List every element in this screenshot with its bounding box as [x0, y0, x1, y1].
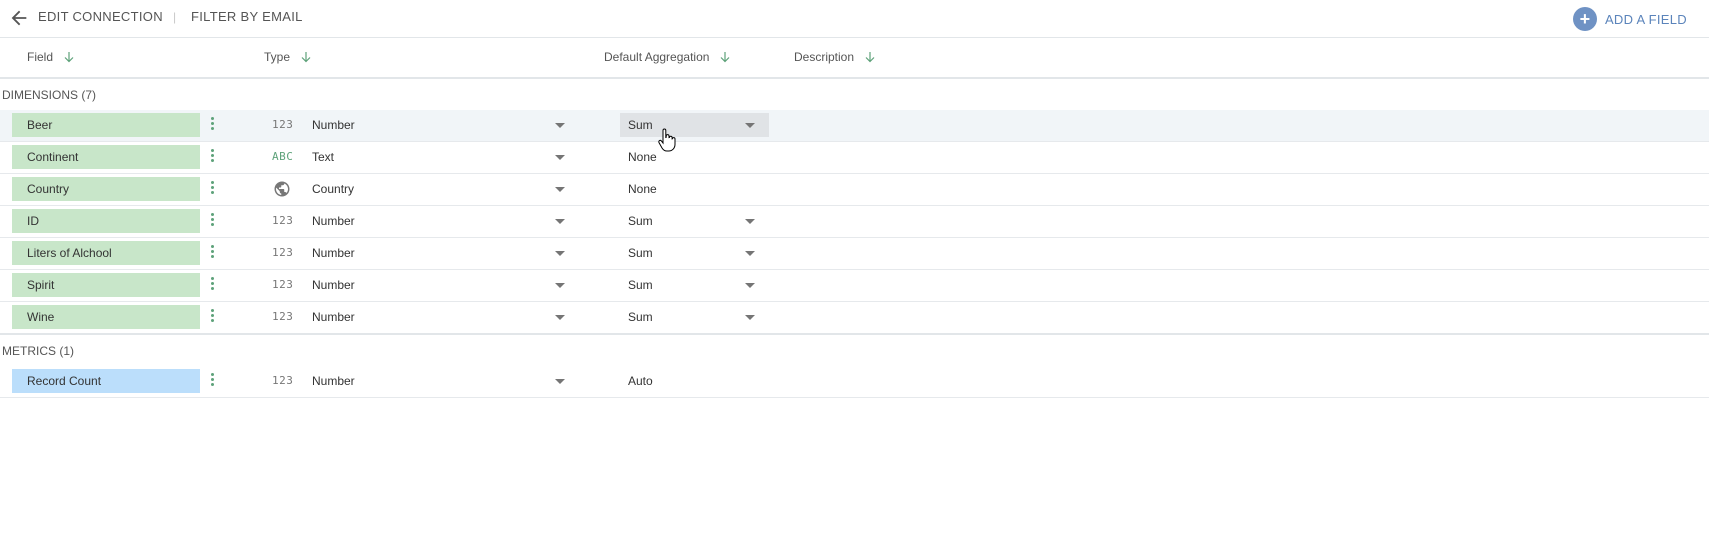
- dropdown-caret-icon: [745, 251, 755, 256]
- table-row: ID 123 Number Sum: [0, 206, 1709, 238]
- column-headers: Field Type Default Aggregation Descripti…: [0, 37, 1709, 79]
- column-header-field[interactable]: Field: [27, 50, 75, 64]
- add-field-button[interactable]: + ADD A FIELD: [1572, 7, 1687, 31]
- more-vert-icon[interactable]: [206, 275, 218, 295]
- field-chip[interactable]: Country: [12, 177, 200, 201]
- table-row: Wine 123 Number Sum: [0, 302, 1709, 335]
- table-row: Spirit 123 Number Sum: [0, 270, 1709, 302]
- type-value: Number: [312, 374, 355, 388]
- column-header-type[interactable]: Type: [264, 50, 312, 64]
- type-dropdown[interactable]: Number: [305, 209, 570, 233]
- sort-down-icon: [865, 52, 875, 63]
- column-header-description[interactable]: Description: [794, 50, 876, 64]
- column-header-field-label: Field: [27, 50, 54, 64]
- sort-down-icon: [64, 52, 74, 63]
- more-vert-icon[interactable]: [206, 115, 218, 135]
- dropdown-caret-icon: [745, 315, 755, 320]
- table-row: Country Country None: [0, 174, 1709, 206]
- type-dropdown[interactable]: Number: [305, 369, 570, 393]
- aggregation-dropdown[interactable]: Sum: [620, 305, 769, 329]
- sort-down-icon: [720, 52, 730, 63]
- number-type-icon: 123: [272, 310, 294, 323]
- field-chip[interactable]: Record Count: [12, 369, 200, 393]
- number-type-icon: 123: [272, 214, 294, 227]
- number-type-icon: 123: [272, 278, 294, 291]
- table-row: Liters of Alchool 123 Number Sum: [0, 238, 1709, 270]
- field-chip[interactable]: Spirit: [12, 273, 200, 297]
- more-vert-icon[interactable]: [206, 211, 218, 231]
- aggregation-dropdown[interactable]: Sum: [620, 209, 769, 233]
- aggregation-dropdown[interactable]: Sum: [620, 273, 769, 297]
- dimensions-section-label: DIMENSIONS (7): [2, 88, 97, 102]
- globe-icon: [274, 181, 290, 197]
- dropdown-caret-icon: [745, 219, 755, 224]
- type-value: Number: [312, 278, 355, 292]
- hand-cursor-icon: [658, 128, 676, 152]
- column-header-default-aggregation[interactable]: Default Aggregation: [604, 50, 731, 64]
- aggregation-value: Sum: [628, 214, 653, 228]
- dropdown-caret-icon: [745, 123, 755, 128]
- more-vert-icon[interactable]: [206, 243, 218, 263]
- type-value: Number: [312, 214, 355, 228]
- number-type-icon: 123: [272, 374, 294, 387]
- field-chip[interactable]: Continent: [12, 145, 200, 169]
- type-value: Country: [312, 182, 355, 196]
- number-type-icon: 123: [272, 118, 294, 131]
- aggregation-dropdown[interactable]: Sum: [620, 113, 769, 137]
- type-dropdown[interactable]: Country: [305, 177, 570, 201]
- dropdown-caret-icon: [555, 283, 565, 288]
- dropdown-caret-icon: [745, 283, 755, 288]
- table-row: Continent ABC Text None: [0, 142, 1709, 174]
- edit-connection-link[interactable]: EDIT CONNECTION: [38, 9, 163, 24]
- metrics-section-label: METRICS (1): [2, 344, 74, 358]
- back-arrow-icon[interactable]: [8, 7, 30, 29]
- field-chip[interactable]: Liters of Alchool: [12, 241, 200, 265]
- type-dropdown[interactable]: Number: [305, 273, 570, 297]
- column-header-type-label: Type: [264, 50, 291, 64]
- dropdown-caret-icon: [555, 251, 565, 256]
- type-dropdown[interactable]: Number: [305, 305, 570, 329]
- type-value: Number: [312, 246, 355, 260]
- add-icon: +: [1572, 7, 1597, 31]
- aggregation-value: Sum: [628, 246, 653, 260]
- table-row: Beer 123 Number Sum: [0, 110, 1709, 142]
- aggregation-value: Sum: [628, 118, 653, 132]
- table-row: Record Count 123 Number Auto: [0, 366, 1709, 398]
- dropdown-caret-icon: [555, 379, 565, 384]
- type-dropdown[interactable]: Number: [305, 113, 570, 137]
- type-value: Text: [312, 150, 335, 164]
- more-vert-icon[interactable]: [206, 179, 218, 199]
- type-dropdown[interactable]: Text: [305, 145, 570, 169]
- dropdown-caret-icon: [555, 187, 565, 192]
- aggregation-dropdown[interactable]: Sum: [620, 241, 769, 265]
- field-chip[interactable]: Wine: [12, 305, 200, 329]
- more-vert-icon[interactable]: [206, 371, 218, 391]
- dropdown-caret-icon: [555, 155, 565, 160]
- column-header-default-aggregation-label: Default Aggregation: [604, 50, 710, 64]
- add-field-label: ADD A FIELD: [1604, 11, 1687, 27]
- type-dropdown[interactable]: Number: [305, 241, 570, 265]
- filter-by-email-title: FILTER BY EMAIL: [191, 9, 303, 24]
- aggregation-value: Auto: [628, 374, 653, 388]
- type-value: Number: [312, 118, 355, 132]
- sort-down-icon: [301, 52, 311, 63]
- aggregation-value: None: [628, 150, 657, 164]
- dropdown-caret-icon: [555, 123, 565, 128]
- column-header-description-label: Description: [794, 50, 855, 64]
- dropdown-caret-icon: [555, 219, 565, 224]
- field-chip[interactable]: Beer: [12, 113, 200, 137]
- more-vert-icon[interactable]: [206, 147, 218, 167]
- dropdown-caret-icon: [555, 315, 565, 320]
- field-chip[interactable]: ID: [12, 209, 200, 233]
- aggregation-value: Sum: [628, 278, 653, 292]
- text-type-icon: ABC: [272, 150, 294, 163]
- more-vert-icon[interactable]: [206, 307, 218, 327]
- aggregation-value: Sum: [628, 310, 653, 324]
- top-bar: EDIT CONNECTION | FILTER BY EMAIL + ADD …: [0, 0, 1709, 38]
- breadcrumb-separator: |: [173, 10, 177, 24]
- type-value: Number: [312, 310, 355, 324]
- number-type-icon: 123: [272, 246, 294, 259]
- aggregation-value: None: [628, 182, 657, 196]
